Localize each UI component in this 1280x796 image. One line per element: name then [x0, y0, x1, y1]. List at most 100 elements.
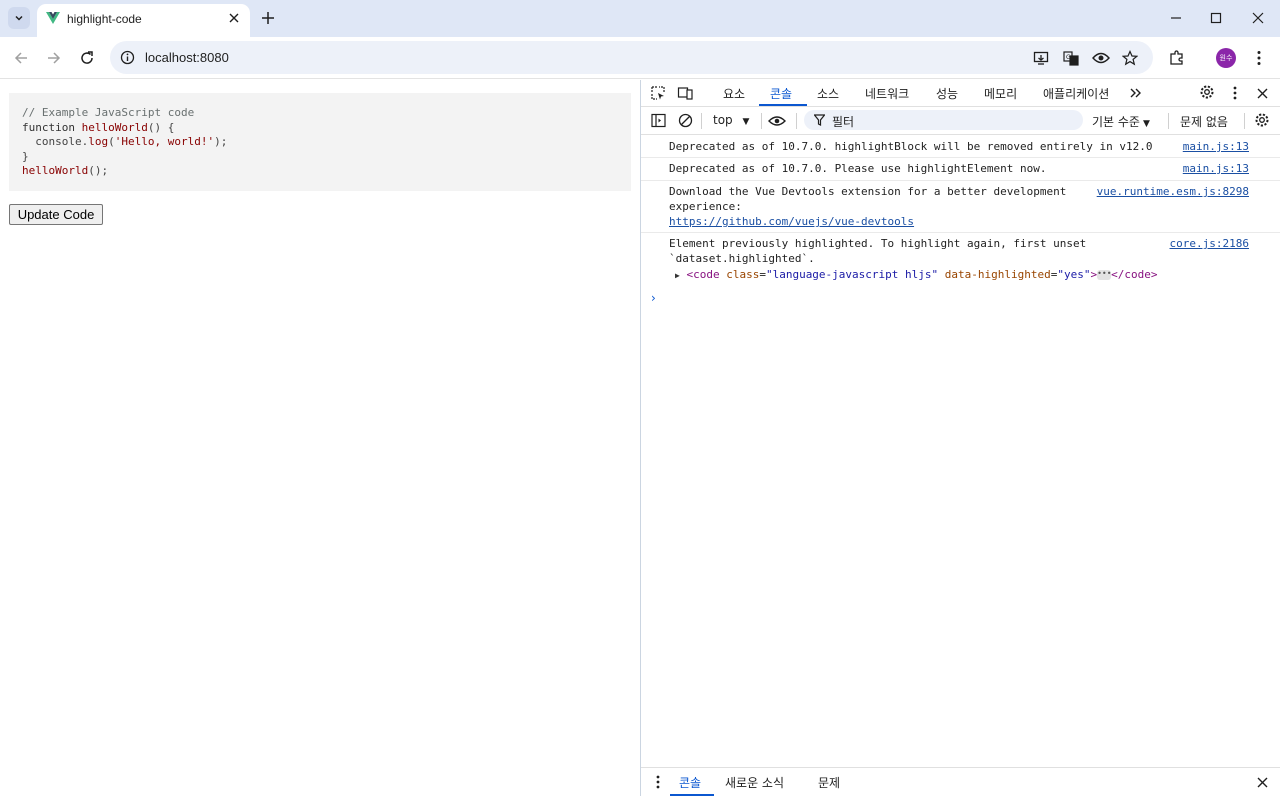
install-app-button[interactable] [1032, 49, 1050, 67]
code-text: () { [147, 120, 175, 134]
gear-icon [1255, 113, 1269, 127]
element-tag: <code [686, 268, 720, 281]
back-button[interactable] [11, 48, 31, 68]
more-tabs-button[interactable] [1127, 84, 1145, 102]
message-text: `dataset.highlighted`. [669, 252, 815, 265]
close-icon [1252, 12, 1264, 24]
arrow-left-icon [14, 52, 27, 64]
console-message: Download the Vue Devtools extension for … [641, 181, 1280, 233]
live-expression-button[interactable] [768, 112, 786, 130]
devtools-drawer: 콘솔 새로운 소식 문제 [641, 767, 1280, 796]
ellipsis-icon[interactable]: ••• [1097, 270, 1112, 280]
code-string: 'Hello, world!' [114, 135, 215, 149]
url-text[interactable]: localhost:8080 [145, 50, 229, 65]
code-function-name: helloWorld [81, 120, 148, 134]
drawer-tab-issues[interactable]: 문제 [818, 774, 840, 791]
maximize-button[interactable] [1207, 9, 1225, 27]
update-code-button[interactable]: Update Code [9, 204, 103, 225]
tab-application[interactable]: 애플리케이션 [1043, 85, 1109, 102]
message-text: experience: [669, 200, 742, 213]
translate-button[interactable]: G [1062, 49, 1080, 67]
close-window-button[interactable] [1249, 9, 1267, 27]
code-comment: // Example JavaScript code [22, 106, 195, 119]
console-filter-input[interactable]: 필터 [804, 110, 1083, 130]
issues-counter[interactable]: 문제 없음 [1180, 113, 1228, 130]
close-drawer-button[interactable] [1253, 773, 1271, 791]
drawer-tab-whats-new[interactable]: 새로운 소식 [725, 774, 784, 791]
devtools-menu-button[interactable] [1226, 84, 1244, 102]
separator [761, 113, 762, 129]
console-prompt[interactable]: › [651, 291, 656, 305]
kebab-menu-icon [1257, 51, 1261, 65]
eye-icon [1092, 52, 1110, 64]
eye-icon [768, 116, 786, 126]
drawer-tab-console[interactable]: 콘솔 [679, 774, 701, 791]
element-node[interactable]: ▶ <code class="language-javascript hljs"… [675, 268, 1157, 284]
context-value: top [713, 113, 733, 127]
device-toolbar-button[interactable] [676, 84, 694, 102]
message-text: Download the Vue Devtools extension for … [669, 185, 1067, 198]
message-source-link[interactable]: main.js:13 [1183, 162, 1249, 177]
expand-triangle-icon[interactable]: ▶ [675, 271, 680, 280]
inspect-element-button[interactable] [649, 84, 667, 102]
tab-performance[interactable]: 성능 [936, 85, 958, 102]
info-icon[interactable] [120, 50, 135, 65]
message-source-link[interactable]: vue.runtime.esm.js:8298 [1097, 185, 1249, 200]
console-message: Element previously highlighted. To highl… [641, 233, 1280, 285]
devtools-settings-button[interactable] [1198, 83, 1216, 101]
tab-elements[interactable]: 요소 [723, 85, 745, 102]
code-function-name: log [88, 135, 109, 149]
code-text: console. [22, 135, 89, 149]
forward-button[interactable] [44, 48, 64, 68]
close-devtools-button[interactable] [1253, 84, 1271, 102]
arrow-right-icon [48, 52, 61, 64]
minimize-icon [1171, 17, 1181, 19]
clear-console-button[interactable] [676, 111, 694, 129]
translate-icon: G [1063, 51, 1079, 66]
plus-icon [262, 12, 274, 24]
browser-menu-button[interactable] [1249, 48, 1269, 68]
code-function-name: helloWorld [22, 164, 89, 178]
element-attr-name: data-highlighted [944, 268, 1051, 281]
kebab-menu-icon [1233, 86, 1237, 100]
device-icon [677, 87, 693, 100]
close-tab-button[interactable] [227, 11, 241, 25]
message-source-link[interactable]: core.js:2186 [1170, 237, 1249, 252]
log-level-selector[interactable]: 기본 수준 ▼ [1092, 113, 1150, 130]
tab-console[interactable]: 콘솔 [770, 85, 792, 102]
log-level-value: 기본 수준 [1092, 115, 1140, 129]
extensions-button[interactable] [1167, 48, 1187, 68]
element-attr-name: class [726, 268, 760, 281]
message-text: Deprecated as of 10.7.0. Please use high… [669, 162, 1047, 175]
code-text: (); [88, 164, 109, 178]
code-text: ( [108, 135, 115, 149]
minimize-button[interactable] [1167, 9, 1185, 27]
code-keyword: function [22, 120, 75, 134]
message-source-link[interactable]: main.js:13 [1183, 140, 1249, 155]
install-icon [1033, 51, 1049, 65]
reader-mode-button[interactable] [1092, 49, 1110, 67]
tab-memory[interactable]: 메모리 [984, 85, 1017, 102]
toggle-sidebar-button[interactable] [649, 111, 667, 129]
console-settings-button[interactable] [1253, 111, 1271, 129]
address-bar[interactable]: localhost:8080 G [110, 41, 1153, 74]
profile-avatar[interactable]: 원수 [1216, 48, 1236, 68]
caret-down-icon: ▼ [1142, 119, 1150, 129]
reload-button[interactable] [77, 48, 97, 68]
tab-network[interactable]: 네트워크 [865, 85, 909, 102]
context-selector[interactable]: top ▼ [713, 113, 749, 127]
filter-placeholder: 필터 [832, 115, 855, 129]
browser-tab[interactable]: highlight-code [37, 4, 250, 37]
drawer-menu-button[interactable] [649, 773, 667, 791]
console-filter-bar: top ▼ 필터 기본 수준 ▼ 문제 없음 [641, 107, 1280, 135]
message-url-link[interactable]: https://github.com/vuejs/vue-devtools [669, 215, 914, 230]
message-text: Element previously highlighted. To highl… [669, 237, 1087, 250]
bookmark-button[interactable] [1121, 49, 1139, 67]
console-message: Deprecated as of 10.7.0. Please use high… [641, 158, 1280, 181]
tab-sources[interactable]: 소스 [817, 85, 839, 102]
sidebar-icon [650, 113, 666, 127]
close-icon [1257, 777, 1267, 787]
new-tab-button[interactable] [259, 9, 277, 27]
close-icon [1257, 88, 1267, 98]
tab-search-button[interactable] [8, 7, 30, 29]
